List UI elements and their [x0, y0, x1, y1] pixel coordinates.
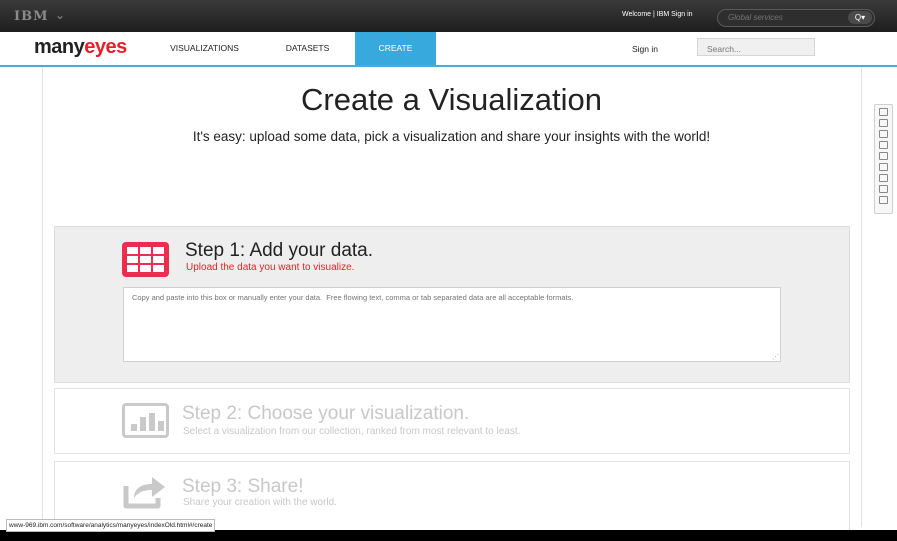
nav-create[interactable]: CREATE	[355, 32, 436, 65]
step-1-title: Step 1: Add your data.	[185, 240, 374, 261]
print-icon[interactable]	[879, 108, 888, 116]
table-grid-icon	[122, 242, 169, 277]
status-url: www-969.ibm.com/software/analytics/manye…	[6, 519, 216, 532]
step-3-subtitle: Share your creation with the world.	[183, 497, 337, 508]
chevron-down-icon[interactable]: ⌄	[55, 8, 65, 22]
share-arrow-icon	[123, 477, 165, 509]
logo-eyes: eyes	[84, 36, 127, 58]
search-icon[interactable]: Q▾	[848, 11, 872, 24]
global-search-input[interactable]	[728, 11, 838, 24]
digg-icon[interactable]	[879, 174, 888, 182]
ibm-masthead: IBM ⌄ Welcome | IBM Sign in Q▾	[0, 0, 897, 32]
main-nav: manyeyes VISUALIZATIONS DATASETS CREATE …	[0, 32, 897, 67]
twitter-icon[interactable]	[879, 152, 888, 160]
delicious-icon[interactable]	[879, 163, 888, 171]
site-search	[697, 38, 823, 57]
site-search-input[interactable]	[698, 41, 823, 57]
share-toolbar	[874, 104, 893, 214]
facebook-icon[interactable]	[879, 141, 888, 149]
logo-many: many	[34, 36, 85, 58]
sign-in-link[interactable]: Sign in	[632, 44, 658, 54]
global-search: Q▾	[717, 9, 875, 27]
step-2-subtitle: Select a visualization from our collecti…	[183, 426, 521, 437]
ibm-logo[interactable]: IBM	[14, 9, 48, 24]
more-share-icon[interactable]	[879, 196, 888, 204]
email-icon[interactable]	[879, 119, 888, 127]
step-3-title: Step 3: Share!	[182, 476, 304, 497]
bar-chart-icon	[122, 403, 169, 438]
step-1-subtitle: Upload the data you want to visualize.	[186, 262, 355, 273]
step-2-title: Step 2: Choose your visualization.	[182, 403, 470, 424]
linkedin-icon[interactable]	[879, 130, 888, 138]
nav-visualizations[interactable]: VISUALIZATIONS	[153, 32, 256, 65]
data-input-textarea[interactable]	[123, 287, 781, 362]
manyeyes-logo[interactable]: manyeyes	[34, 36, 127, 59]
page-title: Create a Visualization	[301, 82, 602, 117]
page-subtitle: It's easy: upload some data, pick a visu…	[192, 129, 711, 144]
bookmark-icon[interactable]	[879, 185, 888, 193]
nav-datasets[interactable]: DATASETS	[260, 32, 355, 65]
welcome-sign-in-link[interactable]: Welcome | IBM Sign in	[622, 11, 693, 18]
resize-grip-icon[interactable]: ⋰	[772, 353, 779, 361]
